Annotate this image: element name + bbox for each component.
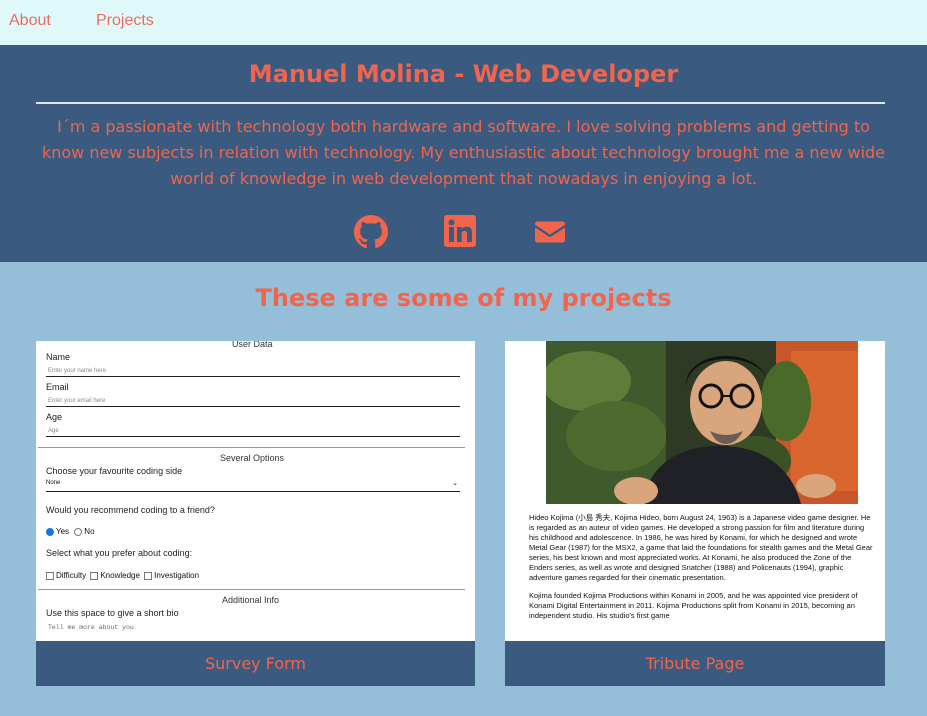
github-icon[interactable] [354, 215, 388, 249]
fieldset-divider-2 [38, 589, 465, 590]
nav-about-link[interactable]: About [9, 12, 51, 30]
header-divider [36, 102, 885, 104]
radio-no[interactable] [74, 527, 83, 536]
linkedin-icon[interactable] [444, 215, 478, 249]
radio-yes[interactable] [46, 527, 54, 536]
prefer-checkbox-group: Difficulty Knowledge Investigation [46, 571, 199, 580]
checkbox-difficulty-label: Difficulty [56, 571, 87, 580]
nav-projects-link[interactable]: Projects [96, 12, 154, 30]
email-label: Email [46, 382, 69, 392]
survey-form-preview[interactable]: User Data Name Enter your name here Emai… [36, 341, 475, 641]
age-input[interactable]: Age [48, 428, 59, 434]
prefer-label: Select what you prefer about coding: [46, 548, 193, 558]
age-underline [46, 436, 460, 437]
email-underline [46, 406, 460, 407]
checkbox-knowledge[interactable] [90, 571, 99, 580]
name-input[interactable]: Enter your name here [48, 368, 106, 374]
recommend-label: Would you recommend coding to a friend? [46, 505, 215, 515]
legend-several-options: Several Options [220, 453, 285, 463]
side-select[interactable]: None ⌄ [46, 480, 460, 490]
recommend-radio-group: Yes No [46, 527, 95, 536]
radio-yes-label: Yes [56, 527, 70, 536]
fieldset-divider [38, 447, 465, 448]
name-label: Name [46, 352, 71, 362]
hero-header: Manuel Molina - Web Developer I´m a pass… [0, 45, 927, 262]
side-select-value: None [46, 480, 61, 486]
projects-heading: These are some of my projects [255, 284, 672, 312]
page-title: Manuel Molina - Web Developer [248, 60, 679, 88]
bio-textarea[interactable]: Tell me more about you [48, 624, 134, 631]
radio-no-label: No [84, 527, 95, 536]
bio-label: Use this space to give a short bio [46, 608, 179, 618]
legend-additional-info: Additional Info [222, 595, 280, 605]
checkbox-difficulty[interactable] [46, 571, 54, 580]
tribute-paragraph-1: Hideo Kojima (小島 秀夫, Kojima Hideo, born … [529, 513, 873, 582]
tribute-paragraph-2: Kojima founded Kojima Productions within… [529, 591, 858, 620]
email-input[interactable]: Enter your email here [48, 398, 105, 404]
name-underline [46, 376, 460, 377]
select-underline [46, 491, 460, 492]
top-nav: About Projects [0, 0, 927, 45]
intro-text: I´m a passionate with technology both ha… [41, 117, 886, 188]
envelope-icon[interactable] [533, 215, 567, 249]
chevron-down-icon: ⌄ [452, 480, 458, 487]
tribute-photo [546, 341, 858, 504]
age-label: Age [46, 412, 63, 422]
legend-user-data: User Data [232, 341, 273, 349]
tribute-page-link[interactable]: Tribute Page [505, 641, 885, 686]
checkbox-knowledge-label: Knowledge [100, 571, 140, 580]
side-label: Choose your favourite coding side [46, 466, 183, 476]
tribute-page-preview[interactable]: Hideo Kojima (小島 秀夫, Kojima Hideo, born … [505, 341, 885, 641]
tribute-bio: Hideo Kojima (小島 秀夫, Kojima Hideo, born … [529, 513, 874, 621]
survey-form-link[interactable]: Survey Form [36, 641, 475, 686]
checkbox-investigation[interactable] [144, 571, 153, 580]
checkbox-investigation-label: Investigation [154, 571, 200, 580]
